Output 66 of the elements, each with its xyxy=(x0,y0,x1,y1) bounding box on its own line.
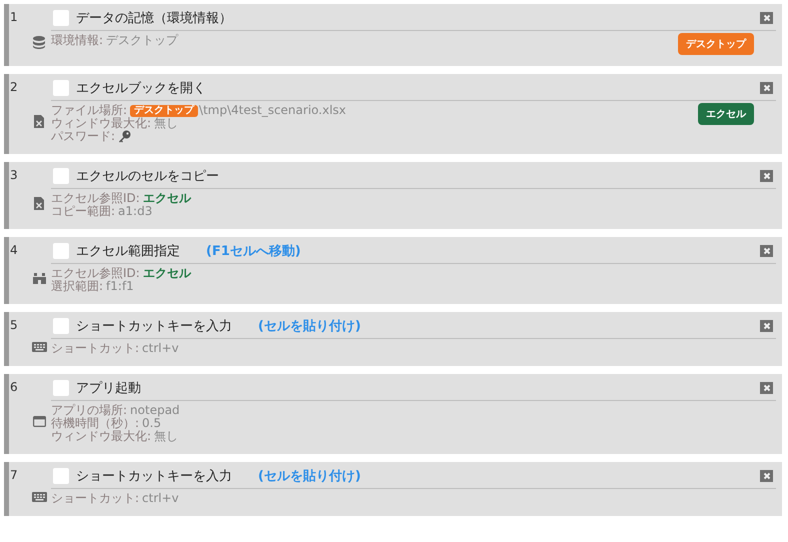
property-label: 環境情報: xyxy=(51,34,104,47)
window-icon xyxy=(32,416,46,427)
step-title: ショートカットキーを入力 xyxy=(76,318,232,335)
key-icon xyxy=(118,130,132,143)
keyboard-icon xyxy=(32,342,46,352)
reference-value: エクセル xyxy=(142,267,191,280)
step-number: 7 xyxy=(10,468,18,482)
step-title: エクセルブックを開く xyxy=(76,80,206,97)
step-number: 5 xyxy=(10,318,18,332)
property-value: デスクトップ xyxy=(106,34,178,47)
step-checkbox[interactable] xyxy=(53,80,69,96)
property-value: a1:d3 xyxy=(118,205,152,218)
property-label: ウィンドウ最大化: xyxy=(51,117,152,130)
property-label: ショートカット: xyxy=(51,342,140,355)
property-label: 待機時間（秒）: xyxy=(51,417,140,430)
property-label: 選択範囲: xyxy=(51,280,104,293)
step-comment: (セルを貼り付け) xyxy=(258,318,361,335)
step-checkbox[interactable] xyxy=(53,243,69,259)
close-button[interactable] xyxy=(760,245,773,257)
step-title: アプリ起動 xyxy=(76,380,141,397)
property-value: 無し xyxy=(154,117,178,130)
step-number: 1 xyxy=(10,10,18,24)
close-button[interactable] xyxy=(760,170,773,182)
property-value: 0.5 xyxy=(142,417,162,430)
keyboard-icon xyxy=(32,492,46,502)
property-label: アプリの場所: xyxy=(51,404,128,417)
variable-badge: デスクトップ xyxy=(678,33,754,55)
property-label: エクセル参照ID: xyxy=(51,267,140,280)
close-button[interactable] xyxy=(760,382,773,394)
property-label: コピー範囲: xyxy=(51,205,116,218)
close-button[interactable] xyxy=(760,470,773,482)
step-number: 2 xyxy=(10,80,18,94)
step-title: ショートカットキーを入力 xyxy=(76,468,232,485)
property-value: 無し xyxy=(154,430,178,443)
property-label: エクセル参照ID: xyxy=(51,192,140,205)
step-title: エクセルのセルをコピー xyxy=(76,168,219,185)
property-label: ウィンドウ最大化: xyxy=(51,430,152,443)
step-checkbox[interactable] xyxy=(53,318,69,334)
step-checkbox[interactable] xyxy=(53,10,69,26)
property-value: ctrl+v xyxy=(142,342,179,355)
step-title: データの記憶（環境情報） xyxy=(76,10,232,27)
excel-file-icon xyxy=(34,196,44,210)
property-label: パスワード: xyxy=(51,130,116,143)
step-comment: (F1セルへ移動) xyxy=(206,243,301,260)
property-value: \tmp\4test_scenario.xlsx xyxy=(199,104,346,117)
step-checkbox[interactable] xyxy=(53,468,69,484)
database-icon xyxy=(33,36,45,49)
step-number: 6 xyxy=(10,380,18,394)
close-button[interactable] xyxy=(760,82,773,94)
property-value: f1:f1 xyxy=(106,280,134,293)
property-label: ショートカット: xyxy=(51,492,140,505)
close-button[interactable] xyxy=(760,320,773,332)
step-number: 3 xyxy=(10,168,18,182)
step-number: 4 xyxy=(10,243,18,257)
step-title: エクセル範囲指定 xyxy=(76,243,180,260)
variable-badge: エクセル xyxy=(698,103,754,125)
reference-value: エクセル xyxy=(142,192,191,205)
excel-file-icon xyxy=(34,115,44,128)
step-checkbox[interactable] xyxy=(53,380,69,396)
variable-tag: デスクトップ xyxy=(130,104,198,116)
close-button[interactable] xyxy=(760,12,773,24)
property-label: ファイル場所: xyxy=(51,104,128,117)
property-value: ctrl+v xyxy=(142,492,179,505)
step-checkbox[interactable] xyxy=(53,168,69,184)
property-value: notepad xyxy=(130,404,180,417)
step-comment: (セルを貼り付け) xyxy=(258,468,361,485)
